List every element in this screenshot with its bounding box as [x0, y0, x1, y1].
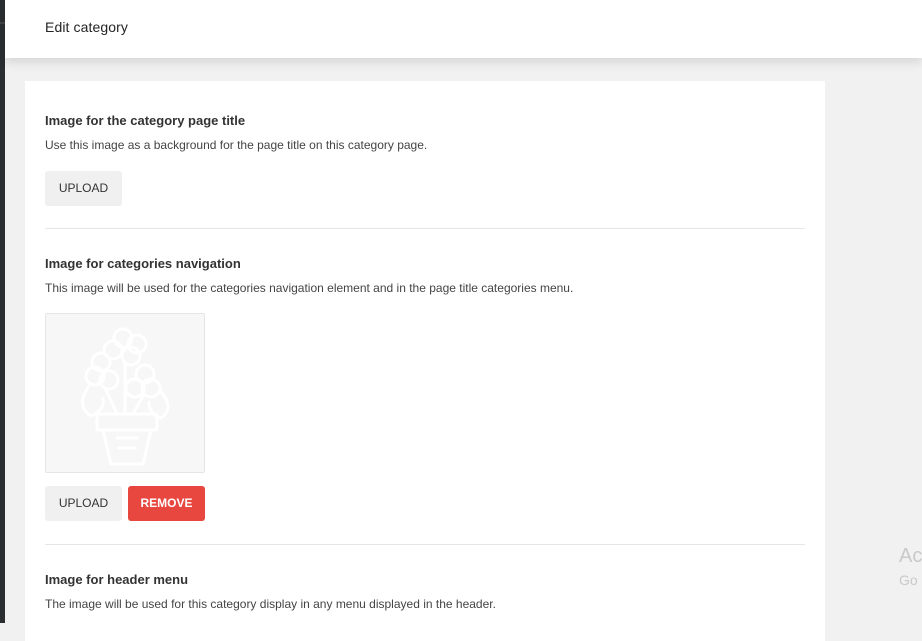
upload-button[interactable]: UPLOAD — [45, 170, 122, 206]
section-divider — [45, 228, 805, 229]
activation-watermark-line2: Go — [899, 572, 918, 588]
activation-watermark-line1: Ac — [899, 545, 922, 567]
section-description: This image will be used for the categori… — [45, 281, 574, 295]
section-title: Image for header menu — [45, 572, 189, 587]
top-bar: Edit category — [5, 0, 922, 58]
section-navigation-image: Image for categories navigation This ima… — [45, 256, 805, 521]
image-thumbnail — [45, 312, 205, 473]
remove-button[interactable]: REMOVE — [128, 485, 205, 521]
section-title: Image for the category page title — [45, 113, 246, 128]
section-divider — [45, 544, 805, 545]
section-header-menu-image: Image for header menu The image will be … — [45, 572, 805, 613]
section-description: The image will be used for this category… — [45, 597, 496, 611]
flower-pot-icon — [81, 327, 170, 466]
category-form-panel: Image for the category page title Use th… — [25, 81, 825, 641]
left-sidebar-edge — [0, 0, 5, 623]
section-description: Use this image as a background for the p… — [45, 138, 428, 152]
section-page-title-image: Image for the category page title Use th… — [45, 113, 805, 206]
image-actions: UPLOAD REMOVE — [45, 485, 805, 521]
upload-button[interactable]: UPLOAD — [45, 485, 122, 521]
page-title: Edit category — [45, 19, 129, 35]
section-title: Image for categories navigation — [45, 256, 241, 271]
